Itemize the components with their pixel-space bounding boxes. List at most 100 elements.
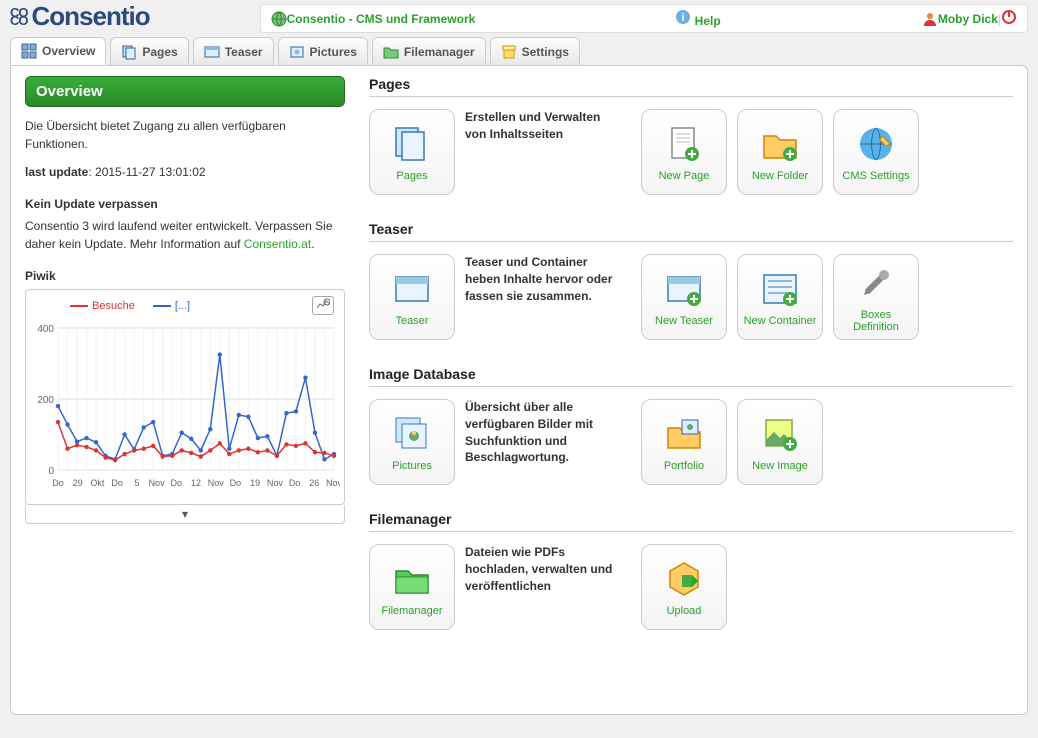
- section-heading: Pages: [369, 76, 1013, 92]
- tile-label: CMS Settings: [838, 170, 913, 182]
- tile-label: New Page: [655, 170, 714, 182]
- tile-label: Boxes Definition: [834, 309, 918, 333]
- svg-text:12: 12: [191, 478, 201, 488]
- tile-label: New Folder: [748, 170, 812, 182]
- section-teaser: Teaser Teaser Teaser und Container heben…: [369, 221, 1013, 340]
- boxes-definition-icon: [854, 261, 898, 305]
- power-icon: [1001, 9, 1017, 25]
- svg-text:Do: Do: [289, 478, 301, 488]
- section-heading: Teaser: [369, 221, 1013, 237]
- svg-text:Nov: Nov: [267, 478, 284, 488]
- chart-collapse-handle[interactable]: ▾: [25, 505, 345, 524]
- tile-label: New Teaser: [651, 315, 717, 327]
- new-folder-icon: [758, 122, 802, 166]
- tile-new-teaser[interactable]: New Teaser: [641, 254, 727, 340]
- new-teaser-icon: [662, 267, 706, 311]
- svg-text:Do: Do: [171, 478, 183, 488]
- tile-new-page[interactable]: New Page: [641, 109, 727, 195]
- tile-portfolio[interactable]: Portfolio: [641, 399, 727, 485]
- piwik-heading: Piwik: [25, 269, 345, 283]
- tab-pictures[interactable]: Pictures: [278, 37, 368, 65]
- pages-icon: [121, 44, 137, 60]
- filemanager-icon: [390, 557, 434, 601]
- help-link[interactable]: i Help: [675, 9, 720, 28]
- user-icon: [922, 11, 938, 27]
- tile-upload[interactable]: Upload: [641, 544, 727, 630]
- pictures-icon: [289, 44, 305, 60]
- svg-text:19: 19: [250, 478, 260, 488]
- tab-teaser[interactable]: Teaser: [193, 37, 274, 65]
- folder-icon: [383, 44, 399, 60]
- svg-text:Nov: Nov: [149, 478, 166, 488]
- power-button[interactable]: [1001, 9, 1017, 28]
- update-text: Consentio 3 wird laufend weiter entwicke…: [25, 217, 345, 253]
- svg-text:Do: Do: [230, 478, 242, 488]
- tile-label: New Image: [748, 460, 812, 472]
- tile-label: Filemanager: [377, 605, 446, 617]
- intro-text: Die Übersicht bietet Zugang zu allen ver…: [25, 117, 345, 153]
- svg-text:Okt: Okt: [90, 478, 105, 488]
- tile-pictures[interactable]: Pictures: [369, 399, 455, 485]
- app-logo: COCO Consentio: [10, 1, 150, 32]
- section-heading: Filemanager: [369, 511, 1013, 527]
- tab-settings[interactable]: Settings: [490, 37, 580, 65]
- tile-boxes-definition[interactable]: Boxes Definition: [833, 254, 919, 340]
- consentio-link[interactable]: Consentio.at: [244, 237, 311, 251]
- overview-icon: [21, 43, 37, 59]
- section-description: Erstellen und Verwalten von Inhaltsseite…: [465, 109, 625, 143]
- tile-label: Pictures: [388, 460, 436, 472]
- tile-label: New Container: [740, 315, 821, 327]
- tile-new-image[interactable]: New Image: [737, 399, 823, 485]
- section-pages: Pages Pages Erstellen und Verwalten von …: [369, 76, 1013, 195]
- pictures-icon: [390, 412, 434, 456]
- tab-filemanager[interactable]: Filemanager: [372, 37, 486, 65]
- new-image-icon: [758, 412, 802, 456]
- tile-label: Upload: [663, 605, 706, 617]
- svg-text:29: 29: [73, 478, 83, 488]
- info-icon: i: [675, 9, 691, 25]
- svg-text:400: 400: [37, 324, 54, 335]
- last-update: last update: 2015-11-27 13:01:02: [25, 163, 345, 181]
- update-heading: Kein Update verpassen: [25, 197, 345, 211]
- section-filemanager: Filemanager Filemanager Dateien wie PDFs…: [369, 511, 1013, 630]
- main-tabs: Overview Pages Teaser Pictures Filemanag…: [0, 37, 1038, 65]
- settings-icon: [501, 44, 517, 60]
- section-description: Dateien wie PDFs hochladen, verwalten un…: [465, 544, 625, 594]
- upload-icon: [662, 557, 706, 601]
- tab-overview[interactable]: Overview: [10, 37, 106, 65]
- tile-new-folder[interactable]: New Folder: [737, 109, 823, 195]
- section-description: Übersicht über alle verfügbaren Bilder m…: [465, 399, 625, 466]
- chart-zoom-button[interactable]: [312, 296, 334, 315]
- tile-label: Portfolio: [660, 460, 708, 472]
- tab-pages[interactable]: Pages: [110, 37, 188, 65]
- app-title-link[interactable]: Consentio - CMS und Framework: [287, 12, 476, 26]
- portfolio-icon: [662, 412, 706, 456]
- svg-text:Nov: Nov: [326, 478, 340, 488]
- cms-settings-icon: [854, 122, 898, 166]
- tile-pages[interactable]: Pages: [369, 109, 455, 195]
- tile-teaser[interactable]: Teaser: [369, 254, 455, 340]
- user-link[interactable]: Moby Dick: [938, 12, 998, 26]
- line-chart: 0 200 400 Do 29 Okt Do 5 Nov Do 12 Nov Do 19 Nov Do 26 No…: [30, 317, 340, 497]
- new-container-icon: [758, 267, 802, 311]
- svg-text:26: 26: [309, 478, 319, 488]
- new-page-icon: [662, 122, 706, 166]
- section-heading: Image Database: [369, 366, 1013, 382]
- tile-label: Pages: [392, 170, 431, 182]
- tile-cms-settings[interactable]: CMS Settings: [833, 109, 919, 195]
- svg-text:0: 0: [48, 466, 54, 477]
- svg-text:i: i: [682, 12, 685, 24]
- svg-text:Do: Do: [52, 478, 64, 488]
- section-image-database: Image Database Pictures Übersicht über a…: [369, 366, 1013, 485]
- piwik-chart: Besuche [...] 0200400Do29OktDo5NovDo12No…: [25, 289, 345, 505]
- tile-filemanager[interactable]: Filemanager: [369, 544, 455, 630]
- page-title: Overview: [25, 76, 345, 107]
- section-description: Teaser und Container heben Inhalte hervo…: [465, 254, 625, 304]
- svg-text:5: 5: [134, 478, 139, 488]
- globe-icon: [271, 11, 287, 27]
- svg-text:Do: Do: [111, 478, 123, 488]
- tile-new-container[interactable]: New Container: [737, 254, 823, 340]
- pages-icon: [390, 122, 434, 166]
- svg-text:200: 200: [37, 395, 54, 406]
- svg-text:Nov: Nov: [208, 478, 225, 488]
